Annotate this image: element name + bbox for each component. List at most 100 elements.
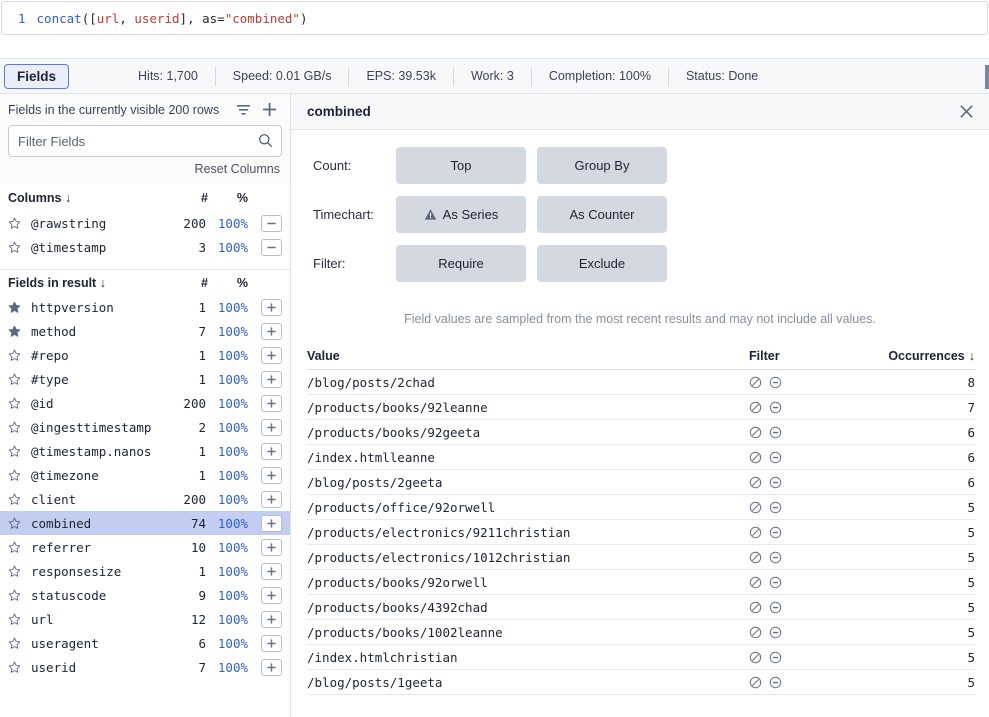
- table-row[interactable]: /blog/posts/2geeta6: [307, 470, 975, 495]
- require-filter-icon[interactable]: [749, 626, 762, 639]
- star-outline-icon[interactable]: [8, 541, 27, 554]
- remove-column-button[interactable]: [261, 239, 282, 256]
- exclude-filter-icon[interactable]: [769, 651, 782, 664]
- exclude-filter-icon[interactable]: [769, 676, 782, 689]
- field-row[interactable]: @rawstring200100%: [0, 211, 290, 235]
- exclude-filter-icon[interactable]: [769, 501, 782, 514]
- action-button-group-by[interactable]: Group By: [537, 147, 667, 184]
- field-row[interactable]: httpversion1100%: [0, 295, 290, 319]
- table-row[interactable]: /products/books/92orwell5: [307, 570, 975, 595]
- table-row[interactable]: /products/books/92geeta6: [307, 420, 975, 445]
- field-row[interactable]: url12100%: [0, 607, 290, 631]
- star-outline-icon[interactable]: [8, 217, 27, 230]
- star-outline-icon[interactable]: [8, 517, 27, 530]
- star-outline-icon[interactable]: [8, 397, 27, 410]
- add-column-button[interactable]: [261, 443, 282, 460]
- exclude-filter-icon[interactable]: [769, 451, 782, 464]
- require-filter-icon[interactable]: [749, 601, 762, 614]
- star-outline-icon[interactable]: [8, 613, 27, 626]
- table-row[interactable]: /blog/posts/2chad8: [307, 370, 975, 395]
- add-column-button[interactable]: [261, 467, 282, 484]
- field-row[interactable]: useragent6100%: [0, 631, 290, 655]
- filter-sort-icon[interactable]: [230, 99, 256, 121]
- table-row[interactable]: /index.htmlchristian5: [307, 645, 975, 670]
- result-section-header[interactable]: Fields in result ↓ # %: [0, 269, 290, 295]
- field-row[interactable]: combined74100%: [0, 511, 290, 535]
- star-outline-icon[interactable]: [8, 493, 27, 506]
- exclude-filter-icon[interactable]: [769, 401, 782, 414]
- require-filter-icon[interactable]: [749, 551, 762, 564]
- table-row[interactable]: /products/electronics/9211christian5: [307, 520, 975, 545]
- action-button-exclude[interactable]: Exclude: [537, 245, 667, 282]
- table-row[interactable]: /products/books/4392chad5: [307, 595, 975, 620]
- star-outline-icon[interactable]: [8, 349, 27, 362]
- add-column-button[interactable]: [261, 299, 282, 316]
- table-row[interactable]: /products/books/92leanne7: [307, 395, 975, 420]
- add-column-button[interactable]: [261, 515, 282, 532]
- add-column-button[interactable]: [261, 635, 282, 652]
- query-editor[interactable]: 1 concat([url, userid], as="combined"): [1, 1, 988, 35]
- require-filter-icon[interactable]: [749, 451, 762, 464]
- field-row[interactable]: client200100%: [0, 487, 290, 511]
- star-outline-icon[interactable]: [8, 241, 27, 254]
- exclude-filter-icon[interactable]: [769, 376, 782, 389]
- field-row[interactable]: #repo1100%: [0, 343, 290, 367]
- add-column-button[interactable]: [261, 419, 282, 436]
- action-button-top[interactable]: Top: [396, 147, 526, 184]
- header-value[interactable]: Value: [307, 349, 747, 363]
- field-row[interactable]: @timestamp.nanos1100%: [0, 439, 290, 463]
- table-row[interactable]: /index.htmlleanne6: [307, 445, 975, 470]
- require-filter-icon[interactable]: [749, 501, 762, 514]
- columns-section-header[interactable]: Columns ↓ # %: [0, 185, 290, 211]
- field-row[interactable]: responsesize1100%: [0, 559, 290, 583]
- field-row[interactable]: @id200100%: [0, 391, 290, 415]
- star-outline-icon[interactable]: [8, 469, 27, 482]
- reset-columns-link[interactable]: Reset Columns: [8, 157, 282, 183]
- exclude-filter-icon[interactable]: [769, 601, 782, 614]
- table-row[interactable]: /blog/posts/1geeta5: [307, 670, 975, 695]
- require-filter-icon[interactable]: [749, 426, 762, 439]
- star-filled-icon[interactable]: [8, 301, 27, 314]
- table-row[interactable]: /products/electronics/1012christian5: [307, 545, 975, 570]
- star-outline-icon[interactable]: [8, 589, 27, 602]
- field-row[interactable]: #type1100%: [0, 367, 290, 391]
- add-column-button[interactable]: [261, 563, 282, 580]
- require-filter-icon[interactable]: [749, 401, 762, 414]
- exclude-filter-icon[interactable]: [769, 576, 782, 589]
- filter-fields-wrapper[interactable]: [8, 125, 282, 157]
- add-field-icon[interactable]: [256, 99, 282, 121]
- star-outline-icon[interactable]: [8, 661, 27, 674]
- add-column-button[interactable]: [261, 395, 282, 412]
- field-row[interactable]: statuscode9100%: [0, 583, 290, 607]
- exclude-filter-icon[interactable]: [769, 526, 782, 539]
- star-outline-icon[interactable]: [8, 637, 27, 650]
- add-column-button[interactable]: [261, 587, 282, 604]
- action-button-as-counter[interactable]: As Counter: [537, 196, 667, 233]
- filter-fields-input[interactable]: [9, 126, 281, 156]
- field-row[interactable]: @timezone1100%: [0, 463, 290, 487]
- field-row[interactable]: referrer10100%: [0, 535, 290, 559]
- add-column-button[interactable]: [261, 611, 282, 628]
- require-filter-icon[interactable]: [749, 526, 762, 539]
- require-filter-icon[interactable]: [749, 651, 762, 664]
- table-row[interactable]: /products/books/1002leanne5: [307, 620, 975, 645]
- action-button-as-series[interactable]: As Series: [396, 196, 526, 233]
- fields-tab[interactable]: Fields: [4, 64, 69, 89]
- add-column-button[interactable]: [261, 371, 282, 388]
- add-column-button[interactable]: [261, 491, 282, 508]
- star-outline-icon[interactable]: [8, 445, 27, 458]
- field-row[interactable]: method7100%: [0, 319, 290, 343]
- add-column-button[interactable]: [261, 347, 282, 364]
- add-column-button[interactable]: [261, 659, 282, 676]
- close-icon[interactable]: [958, 103, 975, 120]
- exclude-filter-icon[interactable]: [769, 551, 782, 564]
- add-column-button[interactable]: [261, 323, 282, 340]
- remove-column-button[interactable]: [261, 215, 282, 232]
- star-filled-icon[interactable]: [8, 325, 27, 338]
- require-filter-icon[interactable]: [749, 576, 762, 589]
- add-column-button[interactable]: [261, 539, 282, 556]
- exclude-filter-icon[interactable]: [769, 626, 782, 639]
- star-outline-icon[interactable]: [8, 373, 27, 386]
- require-filter-icon[interactable]: [749, 476, 762, 489]
- require-filter-icon[interactable]: [749, 676, 762, 689]
